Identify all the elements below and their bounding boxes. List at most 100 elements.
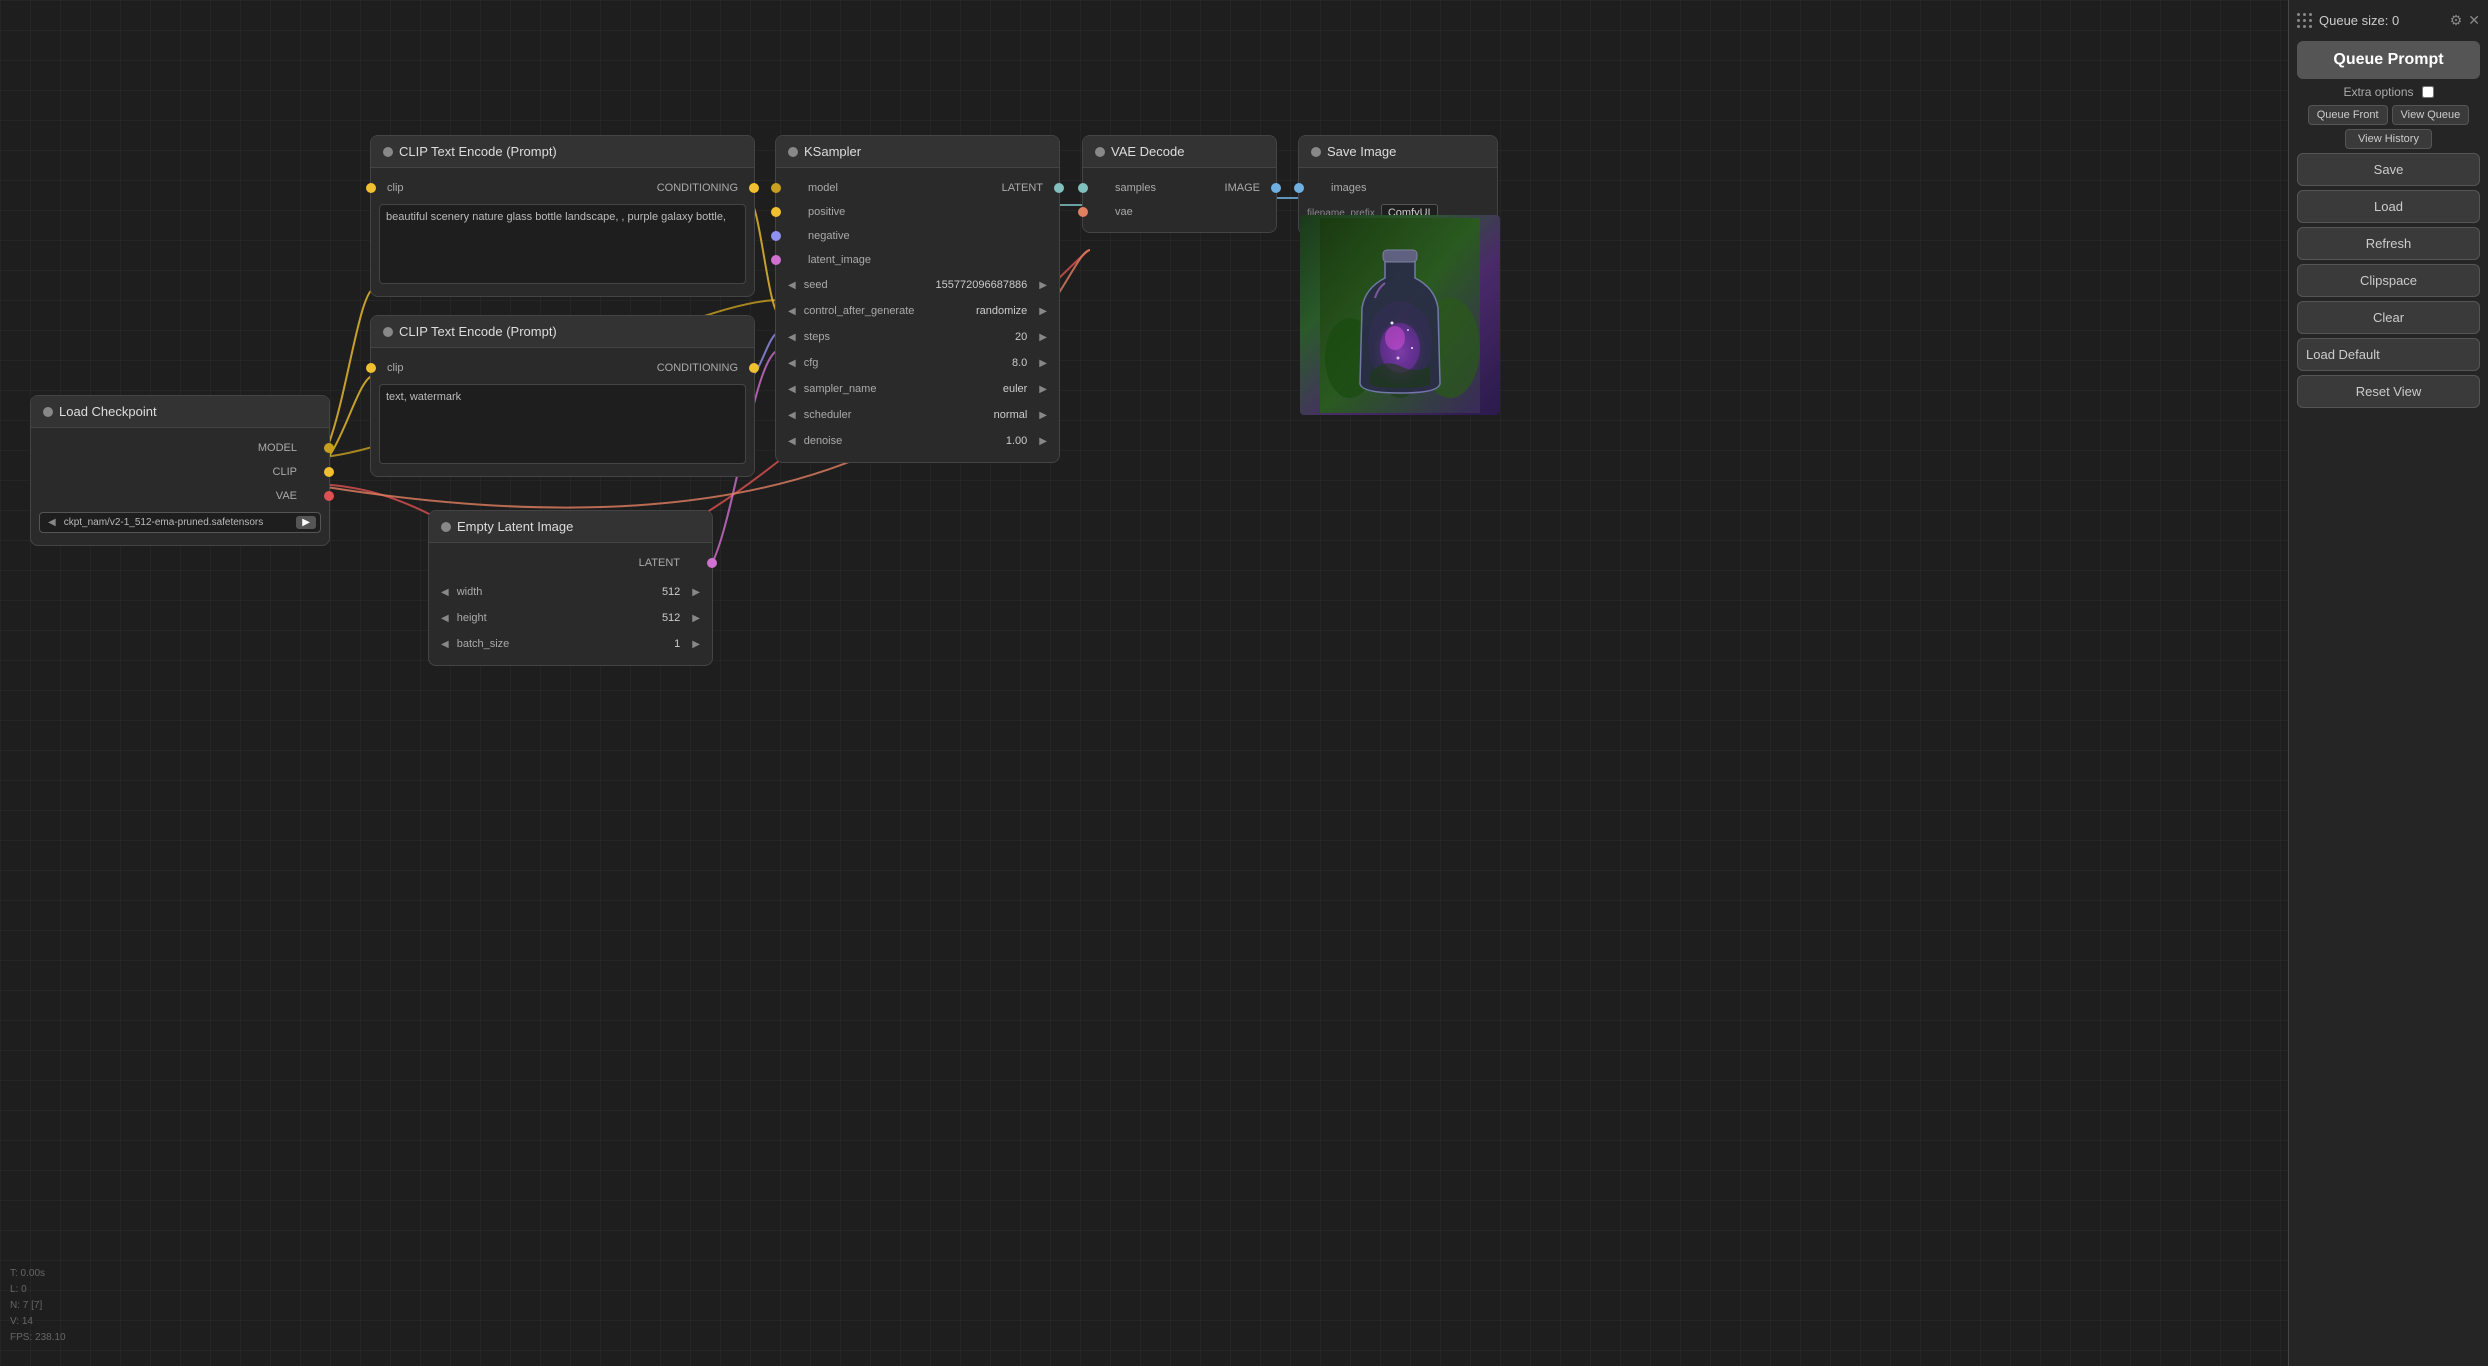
queue-prompt-button[interactable]: Queue Prompt xyxy=(2297,41,2480,79)
node-textarea-negative[interactable]: text, watermark xyxy=(379,384,746,464)
field-arrow-steps-left[interactable]: ◀ xyxy=(784,330,800,345)
view-history-button[interactable]: View History xyxy=(2345,129,2432,149)
field-arrow-denoise-left[interactable]: ◀ xyxy=(784,434,800,449)
node-vae-decode-title: VAE Decode xyxy=(1111,144,1184,159)
port-row-clip-in-neg: clip CONDITIONING xyxy=(371,356,754,380)
ckpt-arrow-right[interactable]: ▶ xyxy=(296,516,316,529)
field-arrow-steps-right[interactable]: ▶ xyxy=(1035,330,1051,345)
port-label-latent-out: LATENT xyxy=(639,557,680,569)
field-arrow-seed-right[interactable]: ▶ xyxy=(1035,278,1051,293)
node-vae-decode: VAE Decode samples IMAGE vae xyxy=(1082,135,1277,233)
port-label-vae: VAE xyxy=(276,490,297,502)
queue-front-button[interactable]: Queue Front xyxy=(2308,105,2388,125)
port-dot-vae-in[interactable] xyxy=(1078,207,1088,217)
field-label-denoise: denoise xyxy=(804,435,884,447)
clear-button[interactable]: Clear xyxy=(2297,301,2480,334)
gear-icon[interactable]: ⚙ xyxy=(2450,12,2463,29)
port-dot-samples-in[interactable] xyxy=(1078,183,1088,193)
extra-options-checkbox[interactable] xyxy=(2422,86,2434,98)
port-label-latent-out-k: LATENT xyxy=(1002,182,1043,194)
field-value-batch: 1 xyxy=(541,638,681,650)
port-dot-model-in[interactable] xyxy=(771,183,781,193)
node-save-image-header: Save Image xyxy=(1299,136,1497,168)
field-label-seed: seed xyxy=(804,279,884,291)
field-arrow-control-right[interactable]: ▶ xyxy=(1035,304,1051,319)
close-icon[interactable]: ✕ xyxy=(2468,12,2480,29)
node-dot-vae-decode xyxy=(1095,147,1105,157)
port-label-conditioning-out-pos: CONDITIONING xyxy=(657,182,738,194)
field-arrow-seed-left[interactable]: ◀ xyxy=(784,278,800,293)
port-dot-clip-in-neg[interactable] xyxy=(366,363,376,373)
node-clip-text-negative: CLIP Text Encode (Prompt) clip CONDITION… xyxy=(370,315,755,477)
field-row-sampler: ◀ sampler_name euler ▶ xyxy=(776,376,1059,402)
port-dot-positive-in[interactable] xyxy=(771,207,781,217)
port-label-latent-in: latent_image xyxy=(808,254,871,266)
port-dot-vae[interactable] xyxy=(324,491,334,501)
field-arrow-batch-right[interactable]: ▶ xyxy=(688,637,704,652)
port-dot-clip[interactable] xyxy=(324,467,334,477)
port-label-vae-in: vae xyxy=(1115,206,1133,218)
port-row-positive-in: positive xyxy=(776,200,1059,224)
field-arrow-denoise-right[interactable]: ▶ xyxy=(1035,434,1051,449)
clipspace-button[interactable]: Clipspace xyxy=(2297,264,2480,297)
field-arrow-width-left[interactable]: ◀ xyxy=(437,585,453,600)
field-arrow-batch-left[interactable]: ◀ xyxy=(437,637,453,652)
node-save-image-title: Save Image xyxy=(1327,144,1396,159)
field-arrow-cfg-left[interactable]: ◀ xyxy=(784,356,800,371)
field-label-batch: batch_size xyxy=(457,638,537,650)
field-arrow-cfg-right[interactable]: ▶ xyxy=(1035,356,1051,371)
port-dot-latent-in[interactable] xyxy=(771,255,781,265)
node-vae-decode-header: VAE Decode xyxy=(1083,136,1276,168)
port-label-image-out: IMAGE xyxy=(1225,182,1260,194)
load-default-button[interactable]: Load Default xyxy=(2297,338,2480,371)
port-row-negative-in: negative xyxy=(776,224,1059,248)
ckpt-arrow-left[interactable]: ◀ xyxy=(44,515,60,530)
port-dot-latent-out-k[interactable] xyxy=(1054,183,1064,193)
stats-panel: T: 0.00s L: 0 N: 7 [7] V: 14 FPS: 238.10 xyxy=(10,1266,66,1346)
save-button[interactable]: Save xyxy=(2297,153,2480,186)
port-dot-negative-in[interactable] xyxy=(771,231,781,241)
port-dot-images-in[interactable] xyxy=(1294,183,1304,193)
field-arrow-width-right[interactable]: ▶ xyxy=(688,585,704,600)
port-row-samples-in: samples IMAGE xyxy=(1083,176,1276,200)
field-arrow-height-left[interactable]: ◀ xyxy=(437,611,453,626)
field-row-scheduler: ◀ scheduler normal ▶ xyxy=(776,402,1059,428)
canvas[interactable]: Load Checkpoint MODEL CLIP VAE ◀ ckpt_na… xyxy=(0,0,2488,1366)
port-label-clip-in-neg: clip xyxy=(387,362,404,374)
node-load-checkpoint-header: Load Checkpoint xyxy=(31,396,329,428)
port-dot-latent-out[interactable] xyxy=(707,558,717,568)
node-empty-latent-title: Empty Latent Image xyxy=(457,519,573,534)
field-value-denoise: 1.00 xyxy=(888,435,1028,447)
port-dot-conditioning-out-pos[interactable] xyxy=(749,183,759,193)
port-row-model: MODEL xyxy=(31,436,329,460)
field-value-cfg: 8.0 xyxy=(888,357,1028,369)
port-label-clip-in-pos: clip xyxy=(387,182,404,194)
field-arrow-scheduler-left[interactable]: ◀ xyxy=(784,408,800,423)
reset-view-button[interactable]: Reset View xyxy=(2297,375,2480,408)
view-queue-button[interactable]: View Queue xyxy=(2392,105,2470,125)
node-textarea-positive[interactable]: beautiful scenery nature glass bottle la… xyxy=(379,204,746,284)
port-label-clip: CLIP xyxy=(273,466,297,478)
field-arrow-control-left[interactable]: ◀ xyxy=(784,304,800,319)
field-label-scheduler: scheduler xyxy=(804,409,884,421)
node-dot-save-image xyxy=(1311,147,1321,157)
port-row-vae: VAE xyxy=(31,484,329,508)
field-arrow-height-right[interactable]: ▶ xyxy=(688,611,704,626)
field-arrow-sampler-right[interactable]: ▶ xyxy=(1035,382,1051,397)
port-dot-clip-in-pos[interactable] xyxy=(366,183,376,193)
field-label-sampler: sampler_name xyxy=(804,383,884,395)
port-label-model-in: model xyxy=(808,182,838,194)
port-dot-image-out[interactable] xyxy=(1271,183,1281,193)
extra-options-row: Extra options xyxy=(2297,83,2480,101)
sub-buttons-row: Queue Front View Queue xyxy=(2297,105,2480,125)
port-label-images-in: images xyxy=(1331,182,1366,194)
field-label-width: width xyxy=(457,586,537,598)
port-label-samples-in: samples xyxy=(1115,182,1156,194)
refresh-button[interactable]: Refresh xyxy=(2297,227,2480,260)
port-dot-model[interactable] xyxy=(324,443,334,453)
port-dot-conditioning-out-neg[interactable] xyxy=(749,363,759,373)
load-button[interactable]: Load xyxy=(2297,190,2480,223)
node-load-checkpoint-body: MODEL CLIP VAE ◀ ckpt_nam/v2-1_512-ema-p… xyxy=(31,428,329,545)
field-arrow-scheduler-right[interactable]: ▶ xyxy=(1035,408,1051,423)
field-arrow-sampler-left[interactable]: ◀ xyxy=(784,382,800,397)
